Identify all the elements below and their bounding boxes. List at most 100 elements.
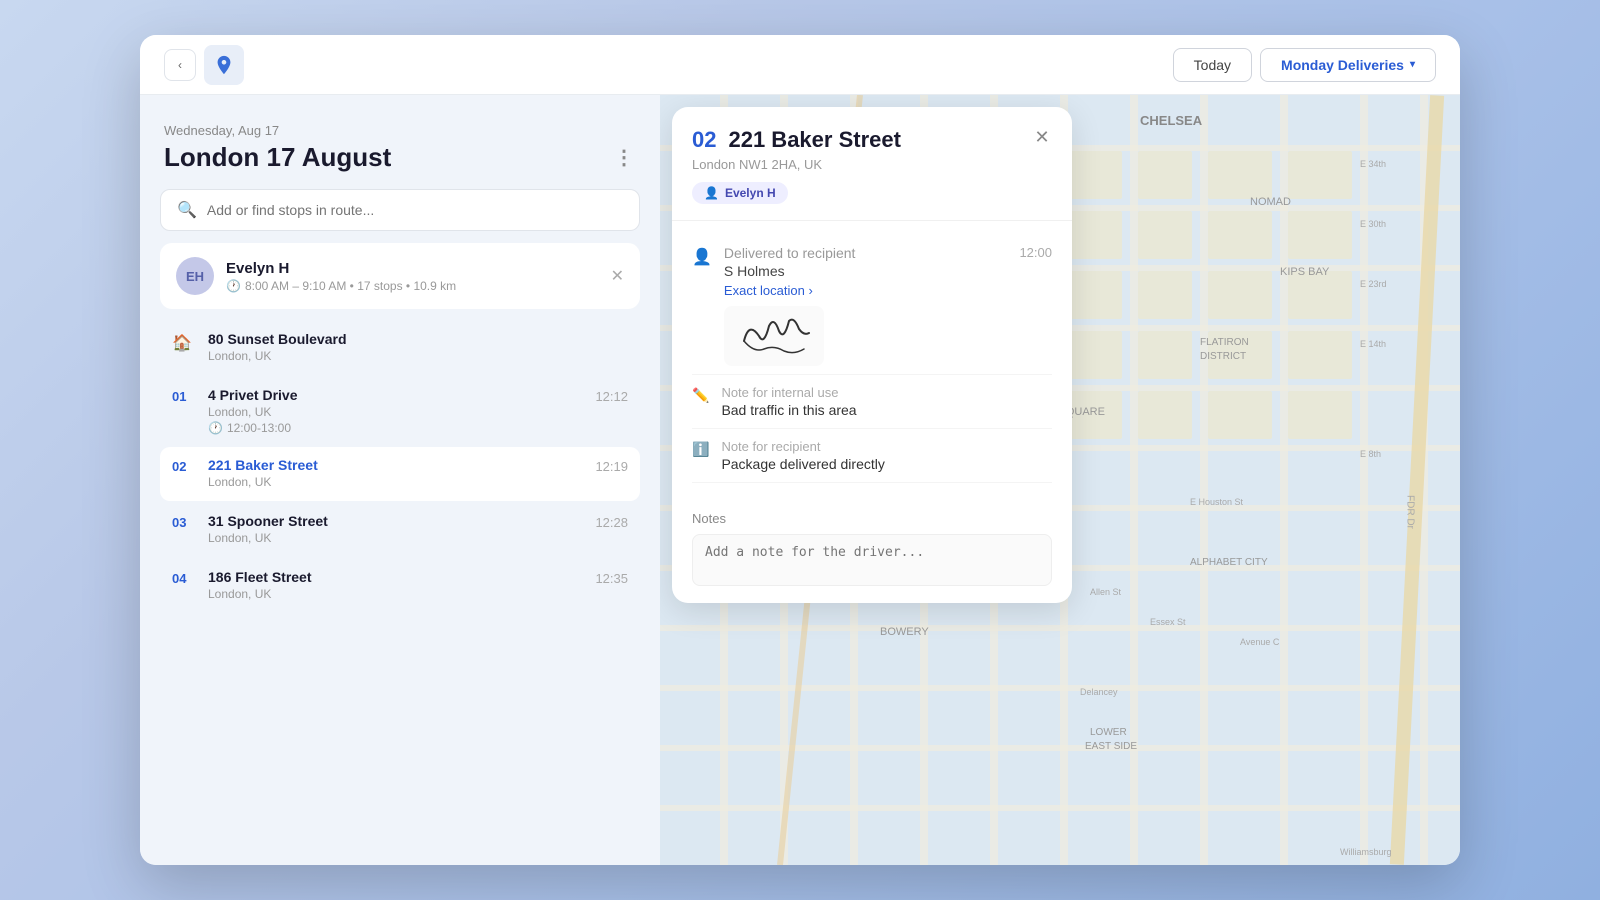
driver-card: EH Evelyn H 🕐 8:00 AM – 9:10 AM • 17 sto… <box>160 243 640 309</box>
delivery-status: Delivered to recipient <box>724 245 1008 261</box>
delivery-recipient: S Holmes <box>724 263 1008 279</box>
stop-address-03: 31 Spooner Street <box>208 513 583 529</box>
svg-text:Delancey: Delancey <box>1080 687 1118 697</box>
detail-stop-number-row: 02 221 Baker Street <box>692 127 1052 153</box>
svg-text:E 14th: E 14th <box>1360 339 1386 349</box>
note-recipient-label: Note for recipient <box>721 439 884 454</box>
stop-item-03[interactable]: 03 31 Spooner Street London, UK 12:28 <box>160 503 640 557</box>
search-bar[interactable]: 🔍 <box>160 189 640 231</box>
svg-text:Essex St: Essex St <box>1150 617 1186 627</box>
search-input[interactable] <box>207 202 623 218</box>
stop-item-02[interactable]: 02 221 Baker Street London, UK 12:19 <box>160 447 640 501</box>
svg-text:E Houston St: E Houston St <box>1190 497 1244 507</box>
note-internal-text: Bad traffic in this area <box>721 402 856 418</box>
stop-address: 80 Sunset Boulevard <box>208 331 628 347</box>
notes-input[interactable] <box>692 534 1052 586</box>
svg-text:E 8th: E 8th <box>1360 449 1381 459</box>
stop-time-window-01: 🕐 12:00-13:00 <box>208 421 583 435</box>
stop-address-04: 186 Fleet Street <box>208 569 583 585</box>
back-button[interactable]: ‹ <box>164 49 196 81</box>
stop-city: London, UK <box>208 349 628 363</box>
location-icon-button[interactable] <box>204 45 244 85</box>
stop-item-04[interactable]: 04 186 Fleet Street London, UK 12:35 <box>160 559 640 613</box>
today-button[interactable]: Today <box>1173 48 1252 82</box>
svg-text:Allen St: Allen St <box>1090 587 1122 597</box>
map-area: CHELSEA NOMAD KIPS BAY FLATIRON DISTRICT… <box>660 95 1460 865</box>
exact-location-link[interactable]: Exact location › <box>724 283 1008 298</box>
stop-time-02: 12:19 <box>595 459 628 474</box>
stop-time-01: 12:12 <box>595 389 628 404</box>
detail-address: 221 Baker Street <box>728 127 900 153</box>
route-header: Wednesday, Aug 17 London 17 August ⋮ <box>160 115 640 189</box>
top-bar: ‹ Today Monday Deliveries ▾ <box>140 35 1460 95</box>
monday-label: Monday Deliveries <box>1281 57 1404 73</box>
driver-info: EH Evelyn H 🕐 8:00 AM – 9:10 AM • 17 sto… <box>176 257 456 295</box>
search-icon: 🔍 <box>177 200 197 220</box>
stop-time-03: 12:28 <box>595 515 628 530</box>
svg-text:KIPS BAY: KIPS BAY <box>1280 266 1330 278</box>
chevron-down-icon: ▾ <box>1410 59 1415 70</box>
svg-text:E 23rd: E 23rd <box>1360 279 1387 289</box>
signature-box <box>724 306 824 366</box>
stop-address-01: 4 Privet Drive <box>208 387 583 403</box>
stop-item-home[interactable]: 🏠 80 Sunset Boulevard London, UK <box>160 321 640 375</box>
svg-text:LOWER: LOWER <box>1090 727 1127 738</box>
stop-number-02: 02 <box>172 459 196 474</box>
route-date: Wednesday, Aug 17 <box>164 123 636 138</box>
delivery-time: 12:00 <box>1019 245 1052 260</box>
detail-driver-tag: 👤 Evelyn H <box>692 182 788 204</box>
svg-text:CHELSEA: CHELSEA <box>1140 113 1203 128</box>
stop-city-01: London, UK <box>208 405 583 419</box>
person-icon: 👤 <box>704 186 719 200</box>
route-title: London 17 August ⋮ <box>164 142 636 173</box>
note-recipient-text: Package delivered directly <box>721 456 884 472</box>
svg-text:FLATIRON: FLATIRON <box>1200 337 1249 348</box>
note-recipient-row: ℹ️ Note for recipient Package delivered … <box>692 429 1052 483</box>
stop-item-01[interactable]: 01 4 Privet Drive London, UK 🕐 12:00-13:… <box>160 377 640 445</box>
stop-city-04: London, UK <box>208 587 583 601</box>
note-internal-row: ✏️ Note for internal use Bad traffic in … <box>692 375 1052 429</box>
monday-deliveries-button[interactable]: Monday Deliveries ▾ <box>1260 48 1436 82</box>
stop-number-04: 04 <box>172 571 196 586</box>
stop-home-icon: 🏠 <box>172 333 196 353</box>
note-recipient-content: Note for recipient Package delivered dir… <box>721 439 884 472</box>
clock-icon: 🕐 <box>208 421 223 435</box>
svg-text:EAST SIDE: EAST SIDE <box>1085 741 1137 752</box>
notes-title: Notes <box>692 511 1052 526</box>
svg-text:ALPHABET CITY: ALPHABET CITY <box>1190 557 1268 568</box>
driver-meta: 🕐 8:00 AM – 9:10 AM • 17 stops • 10.9 km <box>226 279 456 293</box>
detail-stop-num-label: 02 <box>692 127 716 153</box>
stop-list: 🏠 80 Sunset Boulevard London, UK 01 4 Pr… <box>160 321 640 613</box>
svg-text:BOWERY: BOWERY <box>880 626 929 638</box>
person-delivery-icon: 👤 <box>692 247 712 267</box>
sidebar: Wednesday, Aug 17 London 17 August ⋮ 🔍 E… <box>140 95 660 865</box>
driver-details: Evelyn H 🕐 8:00 AM – 9:10 AM • 17 stops … <box>226 260 456 293</box>
stop-time-04: 12:35 <box>595 571 628 586</box>
svg-text:FDR Dr: FDR Dr <box>1405 495 1416 530</box>
close-driver-button[interactable]: ✕ <box>611 266 624 286</box>
more-options-icon[interactable]: ⋮ <box>614 145 636 170</box>
main-content: Wednesday, Aug 17 London 17 August ⋮ 🔍 E… <box>140 95 1460 865</box>
info-icon: ℹ️ <box>692 441 709 458</box>
svg-text:Williamsburg: Williamsburg <box>1340 847 1392 857</box>
delivery-info-row: 👤 Delivered to recipient S Holmes Exact … <box>692 237 1052 375</box>
app-window: ‹ Today Monday Deliveries ▾ Wednesday, A… <box>140 35 1460 865</box>
top-bar-left: ‹ <box>164 45 244 85</box>
stop-details-02: 221 Baker Street London, UK <box>208 457 583 491</box>
top-bar-right: Today Monday Deliveries ▾ <box>1173 48 1436 82</box>
detail-close-button[interactable]: ✕ <box>1028 123 1056 151</box>
stop-details-home: 80 Sunset Boulevard London, UK <box>208 331 628 365</box>
note-internal-content: Note for internal use Bad traffic in thi… <box>721 385 856 418</box>
driver-name: Evelyn H <box>226 260 456 277</box>
stop-details-04: 186 Fleet Street London, UK <box>208 569 583 603</box>
stop-details-03: 31 Spooner Street London, UK <box>208 513 583 547</box>
svg-text:E 30th: E 30th <box>1360 219 1386 229</box>
stop-number-03: 03 <box>172 515 196 530</box>
stop-address-02: 221 Baker Street <box>208 457 583 473</box>
svg-text:Avenue C: Avenue C <box>1240 637 1280 647</box>
stop-details-01: 4 Privet Drive London, UK 🕐 12:00-13:00 <box>208 387 583 435</box>
notes-section: Notes <box>672 499 1072 603</box>
map-pin-icon <box>213 54 235 76</box>
stop-city-02: London, UK <box>208 475 583 489</box>
detail-body: 👤 Delivered to recipient S Holmes Exact … <box>672 221 1072 499</box>
